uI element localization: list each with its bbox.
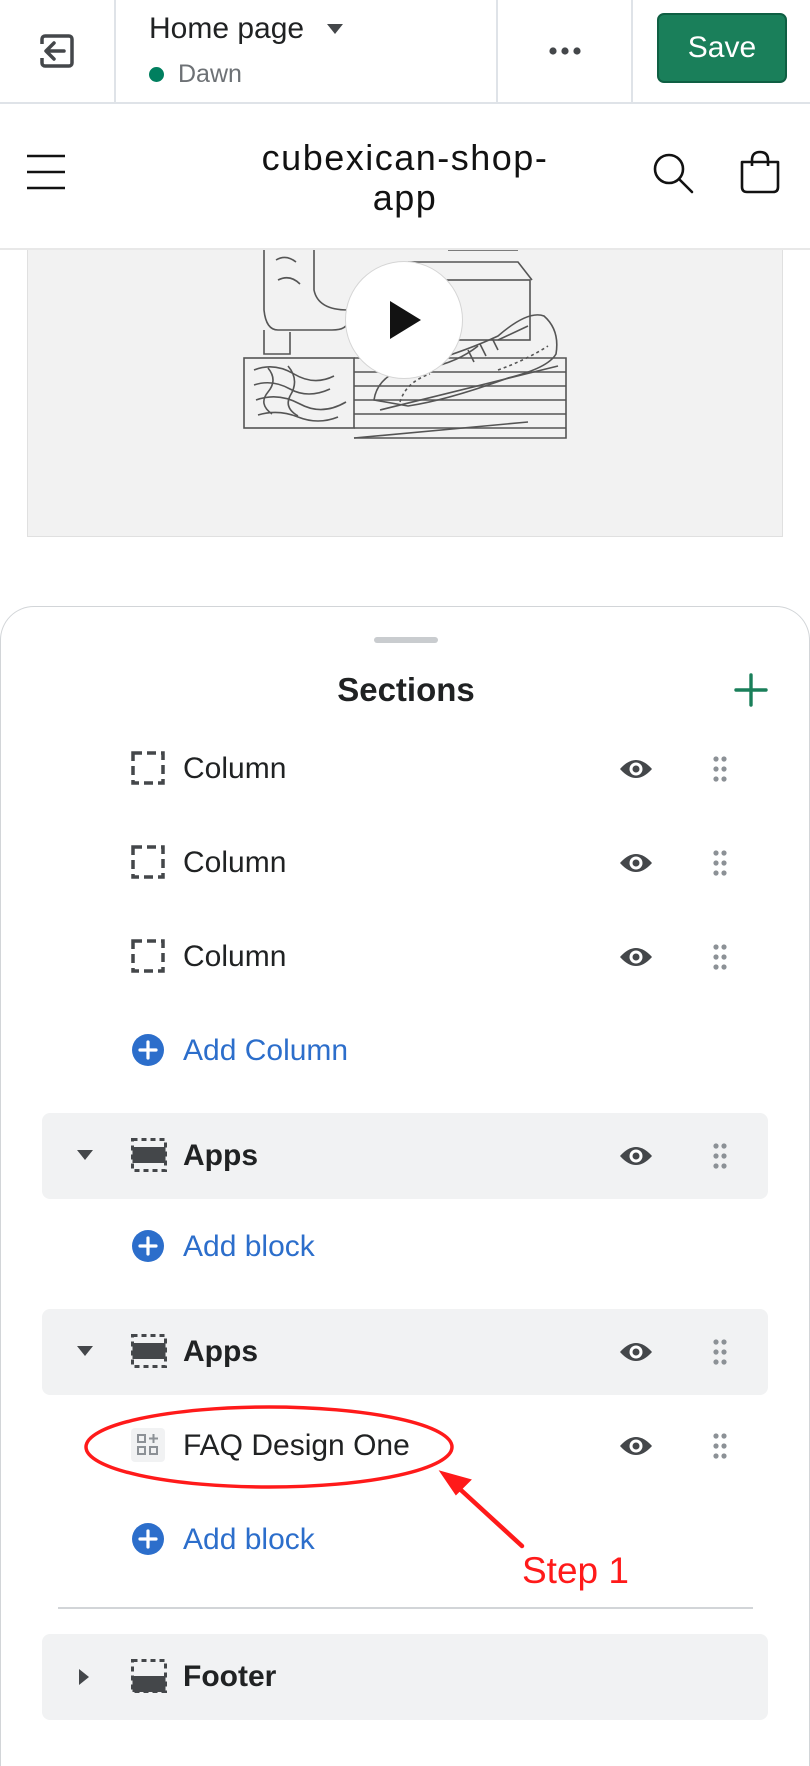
theme-indicator: Dawn bbox=[149, 60, 242, 89]
app-block-icon bbox=[131, 1428, 165, 1462]
item-label: Column bbox=[183, 940, 287, 973]
section-label: Apps bbox=[183, 1335, 258, 1368]
editor-topbar: Home page Dawn Save bbox=[0, 0, 810, 104]
sheet-title: Sections bbox=[337, 671, 475, 708]
section-footer[interactable]: Footer bbox=[42, 1634, 768, 1720]
list-item-column[interactable]: Column bbox=[42, 914, 768, 1000]
section-apps[interactable]: Apps bbox=[42, 1113, 768, 1199]
sheet-drag-handle[interactable] bbox=[374, 637, 438, 643]
add-block-label: Add block bbox=[183, 1523, 315, 1556]
plus-circle-icon bbox=[131, 1522, 165, 1556]
section-label: Footer bbox=[183, 1660, 277, 1693]
more-horizontal-icon bbox=[548, 46, 582, 56]
section-apps[interactable]: Apps bbox=[42, 1309, 768, 1395]
section-label: Apps bbox=[183, 1139, 258, 1172]
more-actions-button[interactable] bbox=[498, 0, 633, 102]
drag-handle-icon[interactable] bbox=[713, 942, 727, 972]
eye-icon[interactable] bbox=[619, 942, 653, 972]
caret-right-icon[interactable] bbox=[78, 1668, 90, 1686]
drag-handle-icon[interactable] bbox=[713, 1337, 727, 1367]
store-name[interactable]: cubexican-shop-app bbox=[240, 138, 570, 218]
exit-button[interactable] bbox=[0, 0, 116, 102]
eye-icon[interactable] bbox=[619, 1141, 653, 1171]
section-icon bbox=[131, 1138, 167, 1172]
video-preview bbox=[27, 250, 783, 537]
plus-icon[interactable] bbox=[734, 673, 768, 707]
cart-icon[interactable] bbox=[738, 150, 782, 194]
store-header: cubexican-shop-app bbox=[0, 104, 810, 250]
sections-sheet: Sections Column Column Column Add Column… bbox=[0, 606, 810, 1766]
list-item-column[interactable]: Column bbox=[42, 820, 768, 906]
caret-down-icon[interactable] bbox=[76, 1149, 94, 1161]
app-block-faq-design-one[interactable]: FAQ Design One bbox=[42, 1403, 768, 1489]
drag-handle-icon[interactable] bbox=[713, 1431, 727, 1461]
drag-handle-icon[interactable] bbox=[713, 848, 727, 878]
hamburger-menu-icon[interactable] bbox=[26, 154, 66, 190]
app-block-label: FAQ Design One bbox=[183, 1429, 410, 1462]
add-block-button[interactable]: Add block bbox=[42, 1497, 768, 1583]
column-block-icon bbox=[131, 939, 165, 973]
list-item-column[interactable]: Column bbox=[42, 726, 768, 812]
caret-down-icon bbox=[326, 23, 344, 35]
add-column-label: Add Column bbox=[183, 1034, 349, 1067]
play-video-button[interactable] bbox=[346, 262, 462, 378]
item-label: Column bbox=[183, 752, 287, 785]
footer-section-icon bbox=[131, 1659, 167, 1693]
search-icon[interactable] bbox=[652, 152, 694, 194]
caret-down-icon[interactable] bbox=[76, 1345, 94, 1357]
eye-icon[interactable] bbox=[619, 754, 653, 784]
drag-handle-icon[interactable] bbox=[713, 754, 727, 784]
section-icon bbox=[131, 1334, 167, 1368]
column-block-icon bbox=[131, 845, 165, 879]
column-block-icon bbox=[131, 751, 165, 785]
add-block-button[interactable]: Add block bbox=[42, 1204, 768, 1290]
plus-circle-icon bbox=[131, 1229, 165, 1263]
add-column-button[interactable]: Add Column bbox=[42, 1008, 768, 1094]
theme-name: Dawn bbox=[178, 60, 242, 88]
page-title: Home page bbox=[149, 12, 305, 45]
item-label: Column bbox=[183, 846, 287, 879]
eye-icon[interactable] bbox=[619, 848, 653, 878]
page-title-row: Home page bbox=[149, 12, 344, 46]
drag-handle-icon[interactable] bbox=[713, 1141, 727, 1171]
exit-icon bbox=[37, 31, 77, 71]
step-label-annotation: Step 1 bbox=[522, 1550, 629, 1591]
group-divider bbox=[58, 1607, 753, 1609]
eye-icon[interactable] bbox=[619, 1337, 653, 1367]
page-selector[interactable]: Home page Dawn bbox=[116, 0, 498, 102]
theme-status-dot bbox=[149, 67, 164, 82]
plus-circle-icon bbox=[131, 1033, 165, 1067]
add-block-label: Add block bbox=[183, 1230, 315, 1263]
save-button[interactable]: Save bbox=[657, 13, 787, 83]
play-icon bbox=[384, 298, 424, 342]
eye-icon[interactable] bbox=[619, 1431, 653, 1461]
